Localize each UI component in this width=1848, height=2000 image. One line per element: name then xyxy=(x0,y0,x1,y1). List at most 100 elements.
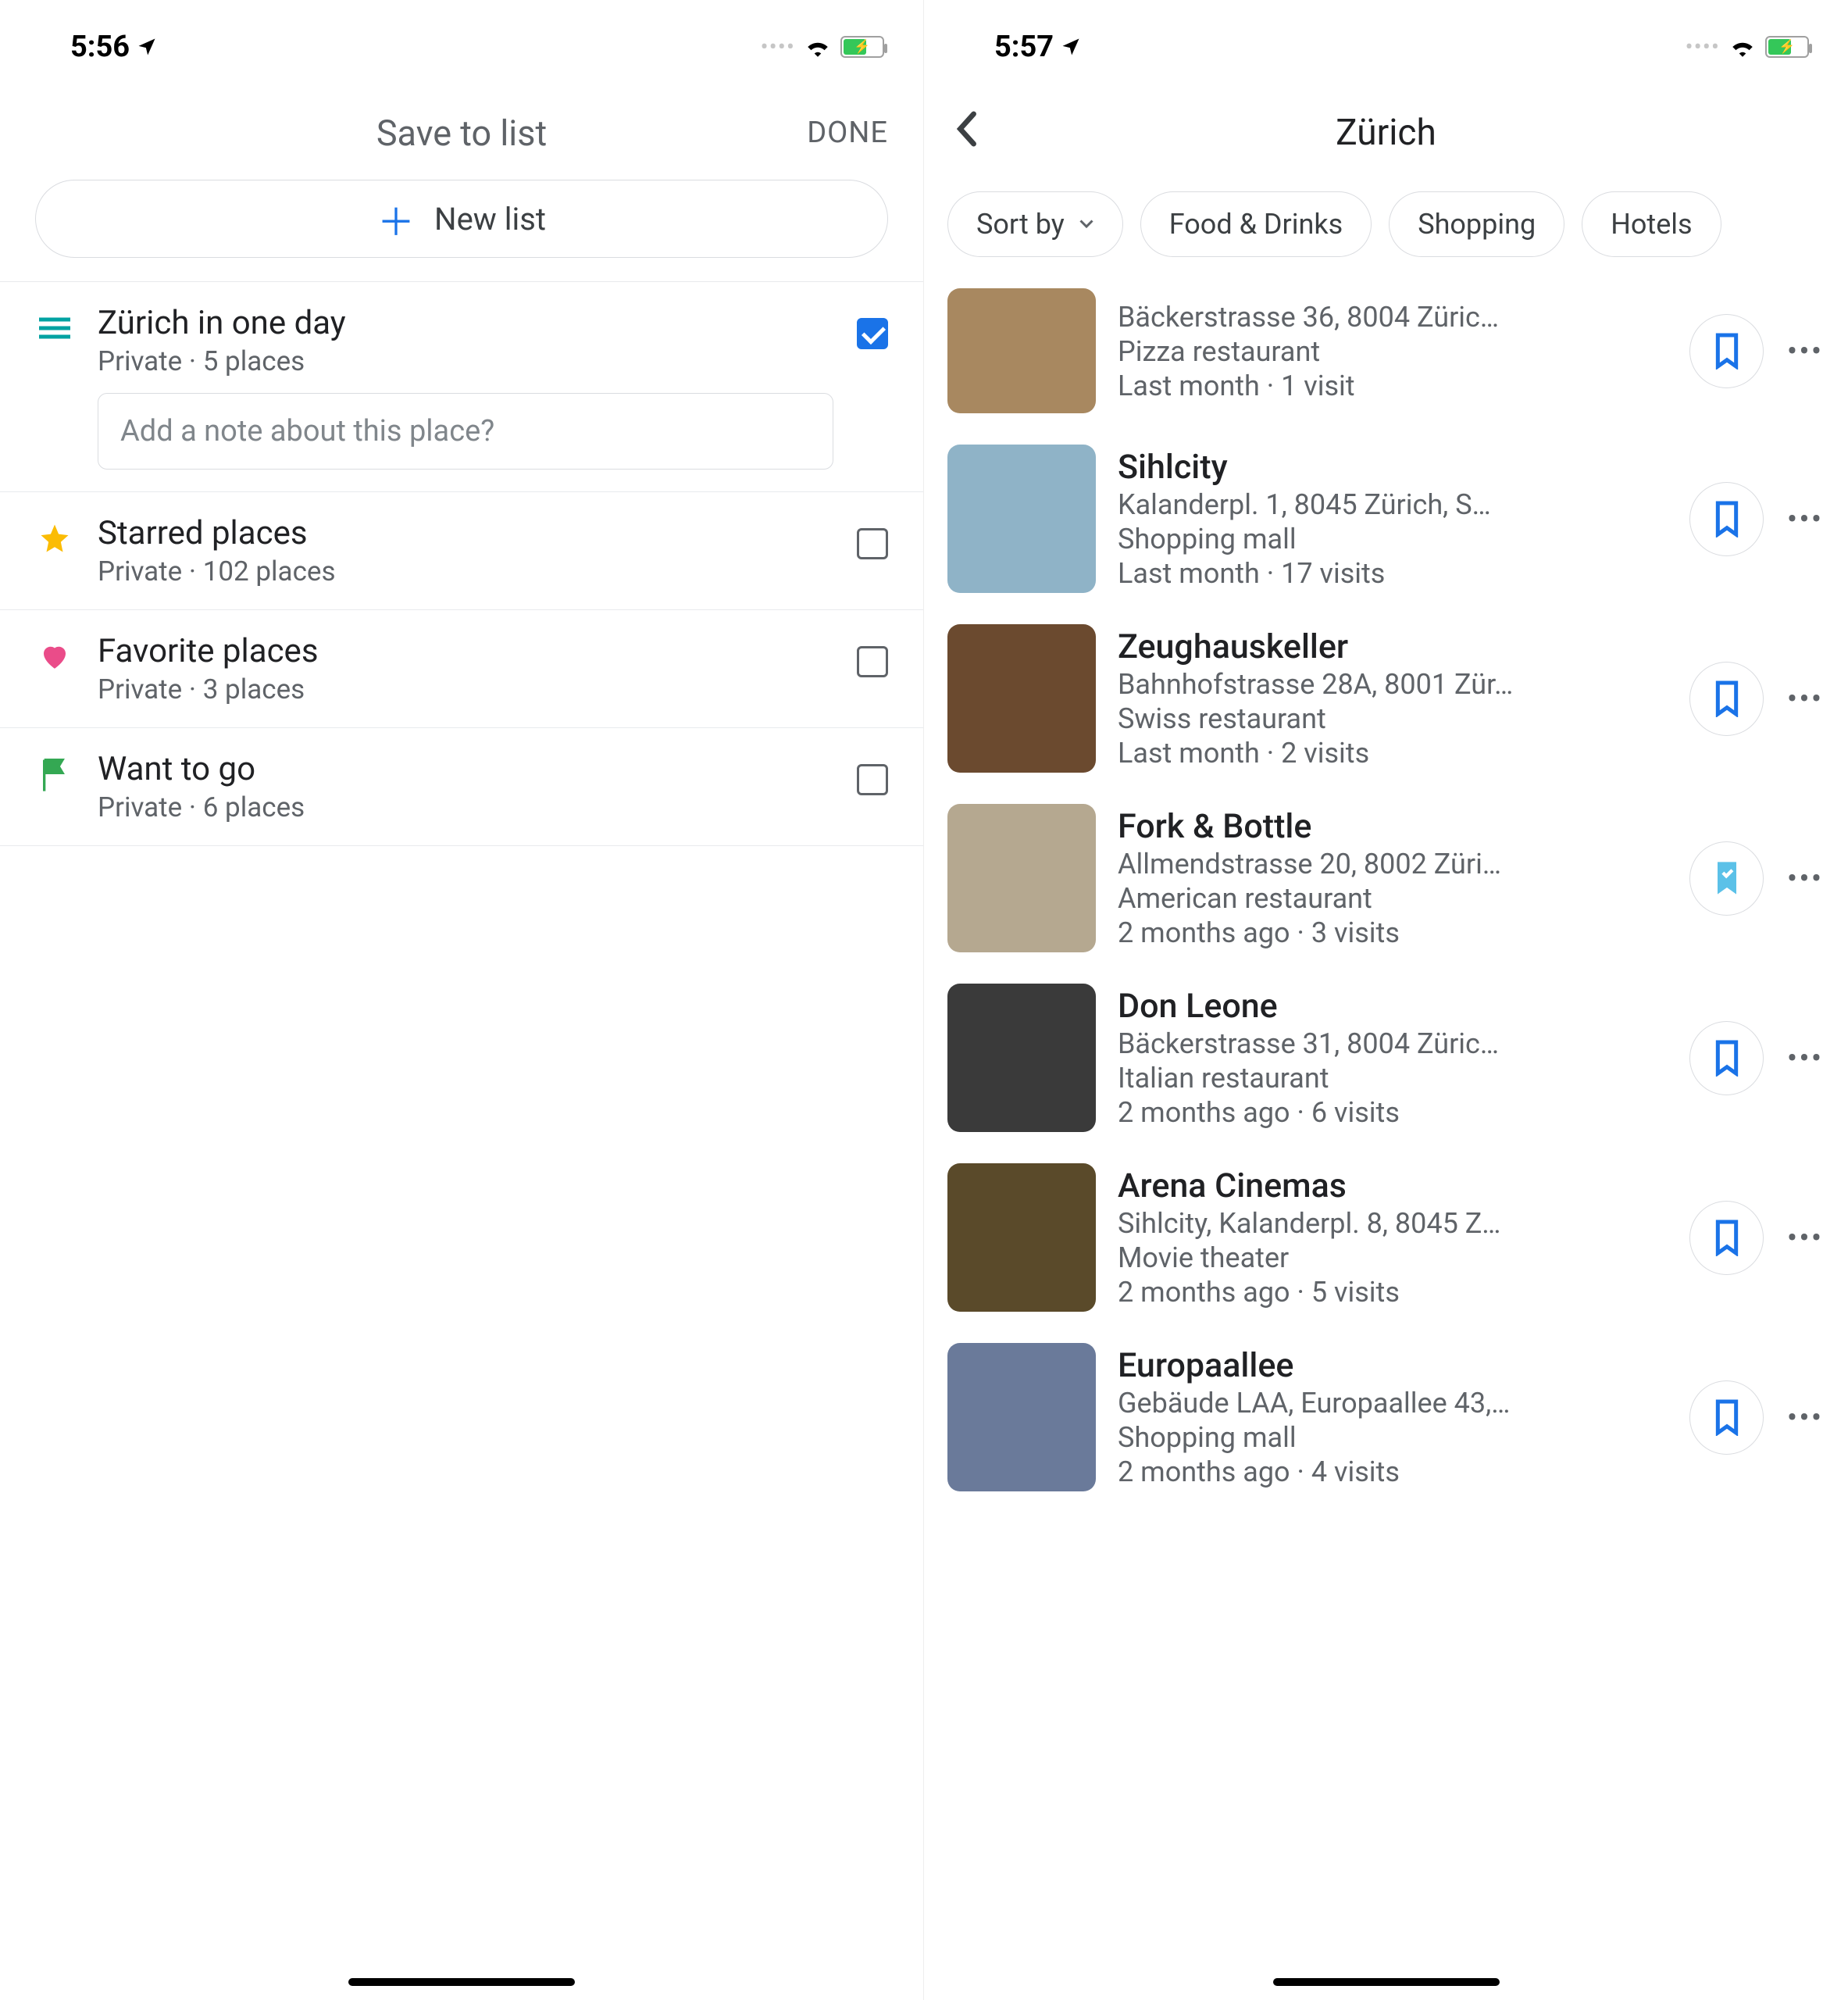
done-button[interactable]: DONE xyxy=(807,116,888,150)
checkbox[interactable] xyxy=(857,528,888,559)
checkbox-checked[interactable] xyxy=(857,318,888,349)
place-visit-info: Last month · 1 visit xyxy=(1118,370,1668,402)
zurich-places-screen: 5:57 •••• ⚡ Zürich Sort by Food & Drinks… xyxy=(924,0,1848,2000)
place-visit-info: 2 months ago · 4 visits xyxy=(1118,1455,1668,1488)
place-category: Italian restaurant xyxy=(1118,1062,1668,1095)
place-info: EuropaalleeGebäude LAA, Europaallee 43,…… xyxy=(1118,1346,1668,1488)
place-category: Shopping mall xyxy=(1118,1421,1668,1454)
status-time: 5:56 xyxy=(70,30,158,64)
list-subtitle: Private · 5 places xyxy=(98,345,833,377)
filter-chip-shopping[interactable]: Shopping xyxy=(1389,191,1564,257)
sort-label: Sort by xyxy=(976,208,1065,241)
bookmark-filled-icon xyxy=(1711,859,1743,897)
bookmark-outline-icon xyxy=(1711,1219,1743,1256)
bookmark-button[interactable] xyxy=(1689,841,1764,916)
place-address: Allmendstrasse 20, 8002 Züri… xyxy=(1118,848,1668,880)
place-address: Gebäude LAA, Europaallee 43,… xyxy=(1118,1387,1668,1420)
header: Save to list DONE xyxy=(0,86,923,180)
more-button[interactable]: ••• xyxy=(1786,333,1825,370)
battery-icon: ⚡ xyxy=(1765,36,1809,58)
flag-icon xyxy=(35,755,74,794)
place-thumbnail xyxy=(947,288,1096,413)
status-bar: 5:57 •••• ⚡ xyxy=(924,0,1848,86)
plus-icon: ＋ xyxy=(377,191,415,246)
more-button[interactable]: ••• xyxy=(1786,1399,1825,1436)
place-thumbnail xyxy=(947,445,1096,593)
list-subtitle: Private · 102 places xyxy=(98,555,833,588)
bookmark-button[interactable] xyxy=(1689,662,1764,736)
filter-row: Sort by Food & Drinks Shopping Hotels xyxy=(924,180,1848,273)
place-row[interactable]: ZeughauskellerBahnhofstrasse 28A, 8001 Z… xyxy=(924,609,1848,788)
list-row-zurich[interactable]: Zürich in one day Private · 5 places Add… xyxy=(0,282,923,492)
place-info: Arena CinemasSihlcity, Kalanderpl. 8, 80… xyxy=(1118,1166,1668,1309)
sort-by-chip[interactable]: Sort by xyxy=(947,191,1123,257)
filter-chip-food[interactable]: Food & Drinks xyxy=(1140,191,1372,257)
time-label: 5:57 xyxy=(994,30,1054,64)
signal-dots: •••• xyxy=(1686,34,1721,61)
place-address: Kalanderpl. 1, 8045 Zürich, S… xyxy=(1118,488,1668,521)
more-button[interactable]: ••• xyxy=(1786,501,1825,538)
place-row[interactable]: Bäckerstrasse 36, 8004 Züric…Pizza resta… xyxy=(924,273,1848,429)
place-category: Movie theater xyxy=(1118,1241,1668,1274)
place-row[interactable]: Arena CinemasSihlcity, Kalanderpl. 8, 80… xyxy=(924,1148,1848,1327)
place-row[interactable]: EuropaalleeGebäude LAA, Europaallee 43,…… xyxy=(924,1327,1848,1507)
place-visit-info: 2 months ago · 6 visits xyxy=(1118,1096,1668,1129)
list-row-favorites[interactable]: Favorite places Private · 3 places xyxy=(0,610,923,728)
place-thumbnail xyxy=(947,1163,1096,1312)
list-subtitle: Private · 3 places xyxy=(98,673,833,705)
back-button[interactable] xyxy=(955,111,977,155)
star-icon xyxy=(35,519,74,558)
bookmark-button[interactable] xyxy=(1689,1021,1764,1095)
place-address: Bahnhofstrasse 28A, 8001 Zür… xyxy=(1118,668,1668,701)
place-title: Fork & Bottle xyxy=(1118,807,1668,846)
place-thumbnail xyxy=(947,984,1096,1132)
place-category: Shopping mall xyxy=(1118,523,1668,555)
bookmark-button[interactable] xyxy=(1689,1201,1764,1275)
new-list-label: New list xyxy=(434,201,546,238)
more-button[interactable]: ••• xyxy=(1786,1220,1825,1256)
place-title: Zeughauskeller xyxy=(1118,627,1668,666)
page-title: Zürich xyxy=(1336,112,1436,154)
bookmark-button[interactable] xyxy=(1689,314,1764,388)
more-button[interactable]: ••• xyxy=(1786,680,1825,717)
place-row[interactable]: Don LeoneBäckerstrasse 31, 8004 Züric…It… xyxy=(924,968,1848,1148)
list-subtitle: Private · 6 places xyxy=(98,791,833,823)
list-icon xyxy=(35,309,74,348)
bookmark-outline-icon xyxy=(1711,1039,1743,1077)
list-row-starred[interactable]: Starred places Private · 102 places xyxy=(0,492,923,610)
status-bar: 5:56 •••• ⚡ xyxy=(0,0,923,86)
place-row[interactable]: Fork & BottleAllmendstrasse 20, 8002 Zür… xyxy=(924,788,1848,968)
place-title: Don Leone xyxy=(1118,987,1668,1026)
list-title: Starred places xyxy=(98,514,833,552)
place-address: Bäckerstrasse 36, 8004 Züric… xyxy=(1118,301,1668,334)
place-thumbnail xyxy=(947,624,1096,773)
place-title: Arena Cinemas xyxy=(1118,1166,1668,1205)
bookmark-button[interactable] xyxy=(1689,482,1764,556)
list-title: Want to go xyxy=(98,750,833,788)
wifi-icon xyxy=(804,37,831,57)
checkbox[interactable] xyxy=(857,764,888,795)
place-row[interactable]: SihlcityKalanderpl. 1, 8045 Zürich, S…Sh… xyxy=(924,429,1848,609)
location-arrow-icon xyxy=(1060,36,1082,58)
more-button[interactable]: ••• xyxy=(1786,860,1825,897)
home-indicator[interactable] xyxy=(1273,1978,1500,1986)
place-category: American restaurant xyxy=(1118,882,1668,915)
status-indicators: •••• ⚡ xyxy=(761,34,885,61)
home-indicator[interactable] xyxy=(348,1978,575,1986)
filter-chip-hotels[interactable]: Hotels xyxy=(1582,191,1721,257)
note-input[interactable]: Add a note about this place? xyxy=(98,393,833,470)
signal-dots: •••• xyxy=(761,34,796,61)
bookmark-button[interactable] xyxy=(1689,1380,1764,1455)
new-list-button[interactable]: ＋ New list xyxy=(35,180,888,258)
places-list: Bäckerstrasse 36, 8004 Züric…Pizza resta… xyxy=(924,273,1848,1507)
place-info: Fork & BottleAllmendstrasse 20, 8002 Zür… xyxy=(1118,807,1668,949)
bookmark-outline-icon xyxy=(1711,500,1743,538)
more-button[interactable]: ••• xyxy=(1786,1040,1825,1077)
checkbox[interactable] xyxy=(857,646,888,677)
heart-icon xyxy=(35,637,74,676)
save-to-list-screen: 5:56 •••• ⚡ Save to list DONE ＋ New list xyxy=(0,0,924,2000)
bookmark-outline-icon xyxy=(1711,1398,1743,1436)
place-address: Sihlcity, Kalanderpl. 8, 8045 Z… xyxy=(1118,1207,1668,1240)
list-row-want-to-go[interactable]: Want to go Private · 6 places xyxy=(0,728,923,846)
lists-container: Zürich in one day Private · 5 places Add… xyxy=(0,281,923,846)
